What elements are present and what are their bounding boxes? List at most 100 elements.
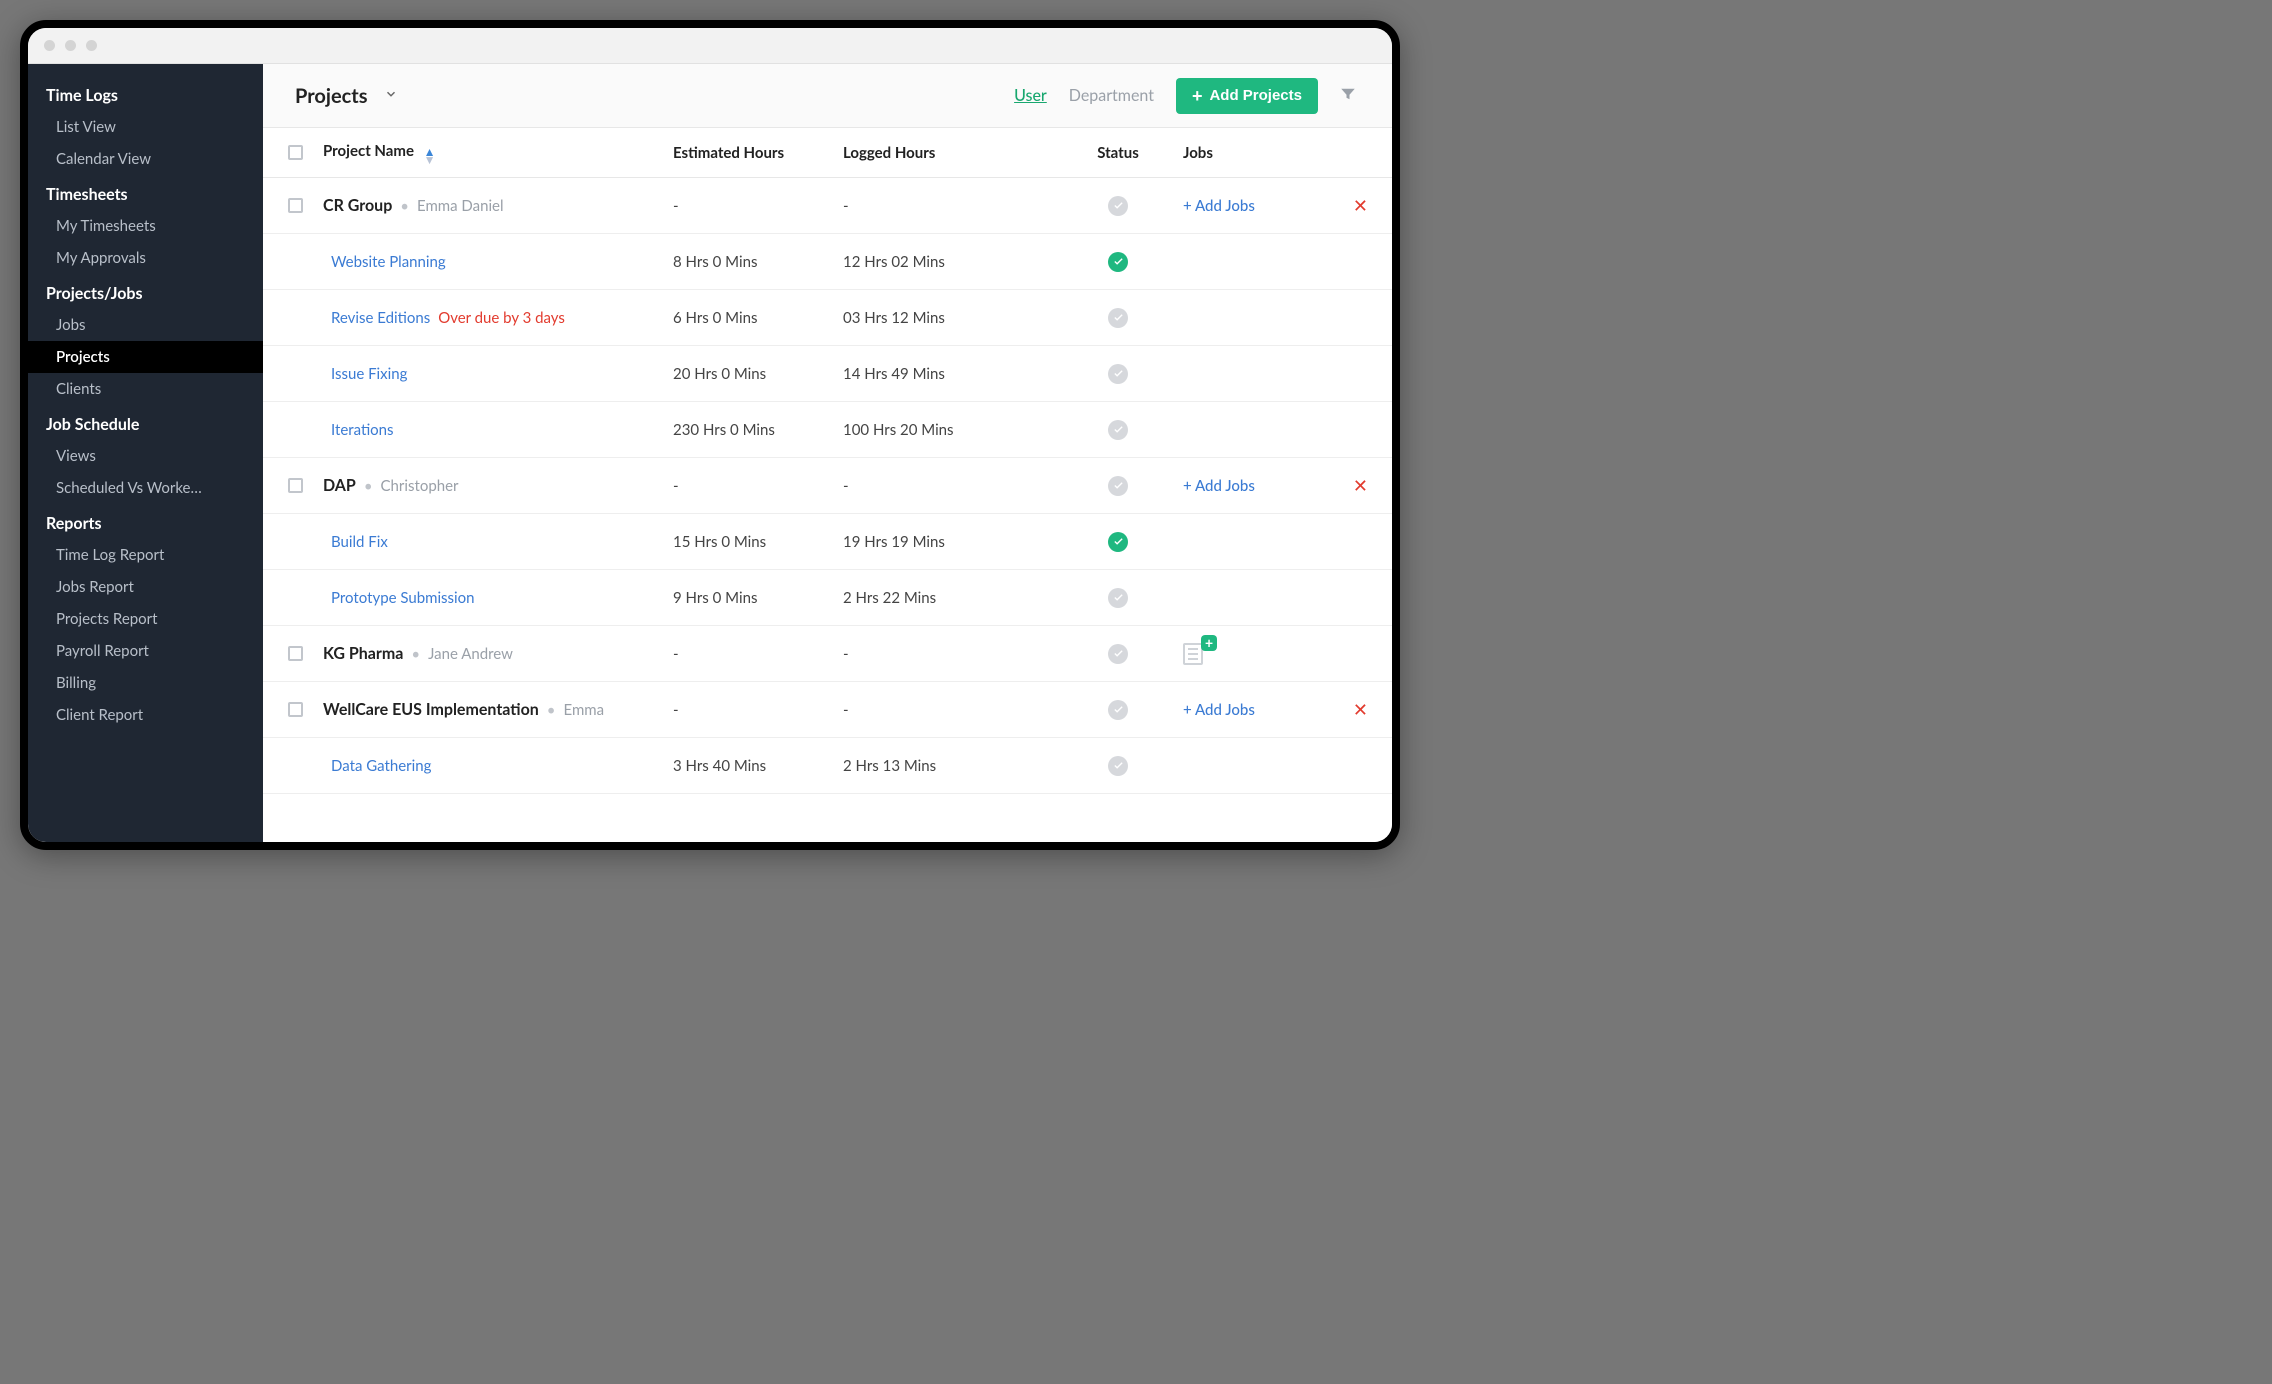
page-header: Projects User Department + Add Projects — [263, 64, 1392, 128]
row-checkbox[interactable] — [288, 646, 303, 661]
nav-section-title[interactable]: Projects/Jobs — [28, 274, 263, 309]
nav-item[interactable]: List View — [28, 111, 263, 143]
status-icon — [1108, 756, 1128, 776]
nav-item[interactable]: Views — [28, 440, 263, 472]
estimated-hours: - — [673, 701, 843, 719]
minimize-dot[interactable] — [65, 40, 76, 51]
nav-item[interactable]: Time Log Report — [28, 539, 263, 571]
jobs-badge-icon[interactable]: + — [1183, 643, 1213, 665]
jobs-cell: + — [1183, 643, 1368, 665]
project-owner: Emma — [564, 701, 605, 719]
estimated-hours: 230 Hrs 0 Mins — [673, 421, 843, 439]
window-titlebar — [28, 28, 1392, 64]
project-row: WellCare EUS Implementation•Emma--+ Add … — [263, 682, 1392, 738]
logged-hours: 2 Hrs 22 Mins — [843, 589, 1053, 607]
status-icon — [1108, 308, 1128, 328]
status-icon — [1108, 644, 1128, 664]
row-checkbox[interactable] — [288, 478, 303, 493]
status-icon — [1108, 588, 1128, 608]
jobs-cell: + Add Jobs ✕ — [1183, 194, 1368, 217]
job-name-link[interactable]: Iterations — [323, 421, 394, 439]
job-name-link[interactable]: Build Fix — [323, 533, 388, 551]
add-projects-button[interactable]: + Add Projects — [1176, 78, 1318, 114]
nav-item[interactable]: Billing — [28, 667, 263, 699]
job-row: Data Gathering3 Hrs 40 Mins2 Hrs 13 Mins — [263, 738, 1392, 794]
nav-section-title[interactable]: Time Logs — [28, 76, 263, 111]
nav-item[interactable]: Client Report — [28, 699, 263, 731]
logged-hours: 100 Hrs 20 Mins — [843, 421, 1053, 439]
tab-user[interactable]: User — [1014, 86, 1047, 105]
col-estimated-hours[interactable]: Estimated Hours — [673, 144, 843, 162]
close-dot[interactable] — [44, 40, 55, 51]
nav-item[interactable]: Clients — [28, 373, 263, 405]
nav-section-title[interactable]: Timesheets — [28, 175, 263, 210]
project-row: DAP•Christopher--+ Add Jobs✕ — [263, 458, 1392, 514]
zoom-dot[interactable] — [86, 40, 97, 51]
estimated-hours: 20 Hrs 0 Mins — [673, 365, 843, 383]
project-name[interactable]: CR Group — [323, 196, 392, 215]
add-jobs-link[interactable]: + Add Jobs — [1183, 477, 1255, 495]
job-name-link[interactable]: Website Planning — [323, 253, 446, 271]
status-icon — [1108, 364, 1128, 384]
nav-item[interactable]: Calendar View — [28, 143, 263, 175]
select-all-checkbox[interactable] — [288, 145, 303, 160]
add-jobs-link[interactable]: + Add Jobs — [1183, 701, 1255, 719]
delete-icon[interactable]: ✕ — [1353, 698, 1368, 721]
job-name-link[interactable]: Revise Editions — [323, 309, 430, 327]
window-frame: Time LogsList ViewCalendar ViewTimesheet… — [20, 20, 1400, 850]
add-jobs-link[interactable]: + Add Jobs — [1183, 197, 1255, 215]
logged-hours: 14 Hrs 49 Mins — [843, 365, 1053, 383]
nav-section-title[interactable]: Reports — [28, 504, 263, 539]
estimated-hours: - — [673, 645, 843, 663]
row-checkbox[interactable] — [288, 198, 303, 213]
nav-item[interactable]: Projects — [28, 341, 263, 373]
add-projects-label: Add Projects — [1209, 87, 1302, 104]
plus-icon: + — [1192, 87, 1203, 105]
chevron-down-icon[interactable] — [384, 86, 398, 105]
tab-department[interactable]: Department — [1069, 86, 1154, 105]
job-row: Prototype Submission9 Hrs 0 Mins2 Hrs 22… — [263, 570, 1392, 626]
logged-hours: - — [843, 477, 1053, 495]
nav-item[interactable]: Jobs — [28, 309, 263, 341]
project-name[interactable]: DAP — [323, 476, 356, 495]
project-owner: Jane Andrew — [428, 645, 513, 663]
status-icon — [1108, 476, 1128, 496]
estimated-hours: 6 Hrs 0 Mins — [673, 309, 843, 327]
col-jobs[interactable]: Jobs — [1183, 144, 1368, 162]
logged-hours: 12 Hrs 02 Mins — [843, 253, 1053, 271]
project-name[interactable]: KG Pharma — [323, 644, 403, 663]
logged-hours: 19 Hrs 19 Mins — [843, 533, 1053, 551]
filter-icon[interactable] — [1328, 85, 1368, 107]
nav-item[interactable]: Projects Report — [28, 603, 263, 635]
status-icon — [1108, 532, 1128, 552]
job-row: Revise Editions Over due by 3 days 6 Hrs 0… — [263, 290, 1392, 346]
col-project-name[interactable]: Project Name ▲▼ — [323, 142, 673, 164]
nav-item[interactable]: Payroll Report — [28, 635, 263, 667]
logged-hours: 03 Hrs 12 Mins — [843, 309, 1053, 327]
nav-item[interactable]: My Timesheets — [28, 210, 263, 242]
logged-hours: - — [843, 645, 1053, 663]
job-name-link[interactable]: Issue Fixing — [323, 365, 407, 383]
estimated-hours: 3 Hrs 40 Mins — [673, 757, 843, 775]
col-logged-hours[interactable]: Logged Hours — [843, 144, 1053, 162]
job-row: Build Fix15 Hrs 0 Mins19 Hrs 19 Mins — [263, 514, 1392, 570]
col-status[interactable]: Status — [1053, 144, 1183, 162]
job-name-link[interactable]: Data Gathering — [323, 757, 431, 775]
estimated-hours: - — [673, 197, 843, 215]
nav-item[interactable]: My Approvals — [28, 242, 263, 274]
nav-item[interactable]: Jobs Report — [28, 571, 263, 603]
row-checkbox[interactable] — [288, 702, 303, 717]
project-name[interactable]: WellCare EUS Implementation — [323, 700, 539, 719]
nav-section-title[interactable]: Job Schedule — [28, 405, 263, 440]
nav-item[interactable]: Scheduled Vs Worke… — [28, 472, 263, 504]
job-name-link[interactable]: Prototype Submission — [323, 589, 475, 607]
status-icon — [1108, 420, 1128, 440]
status-icon — [1108, 700, 1128, 720]
project-row: KG Pharma•Jane Andrew--+ — [263, 626, 1392, 682]
project-owner: Emma Daniel — [417, 197, 504, 215]
overdue-label: Over due by 3 days — [438, 309, 565, 327]
delete-icon[interactable]: ✕ — [1353, 474, 1368, 497]
page-title: Projects — [295, 84, 368, 108]
logged-hours: - — [843, 197, 1053, 215]
delete-icon[interactable]: ✕ — [1353, 194, 1368, 217]
